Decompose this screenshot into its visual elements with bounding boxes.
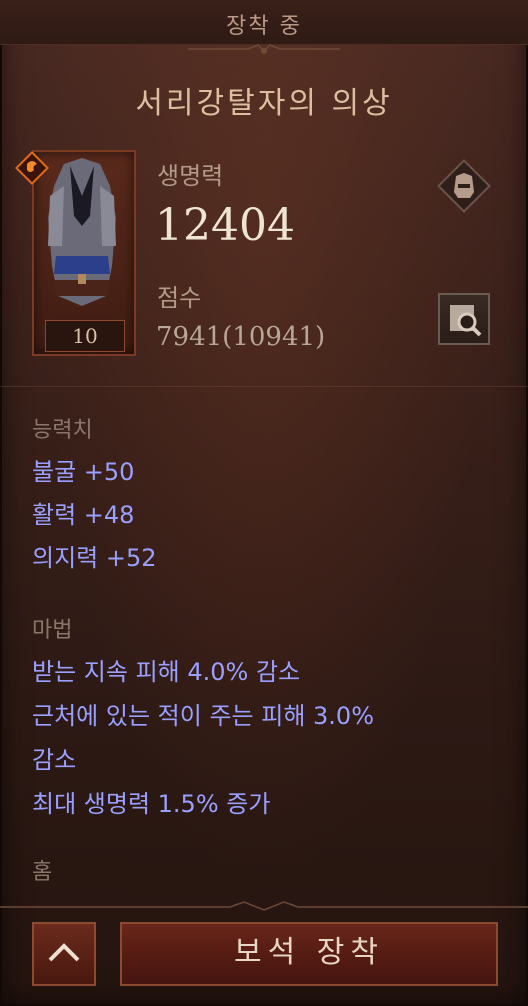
- section-divider: [0, 386, 528, 387]
- chevron-up-icon: [48, 943, 80, 962]
- sockets-title: 홈: [32, 860, 53, 885]
- inspect-button[interactable]: [438, 293, 490, 345]
- magic-line: 받는 지속 피해 4.0% 감소: [32, 658, 301, 686]
- chest-armor-icon: [437, 159, 491, 213]
- magic-line: 감소: [32, 746, 77, 774]
- attribute-line: 불굴 +50: [32, 458, 135, 486]
- item-tooltip-panel: 장착 중 서리강탈자의 의상 10 생명력 12404 점수 7941(1094…: [0, 0, 528, 1006]
- magic-line: 근처에 있는 적이 주는 피해 3.0%: [32, 702, 374, 730]
- bottom-divider: [0, 901, 528, 911]
- attributes-title: 능력치: [32, 418, 93, 443]
- ornament-divider: [188, 44, 340, 54]
- life-label: 생명력: [157, 162, 224, 190]
- socket-gem-button[interactable]: 보석 장착: [120, 922, 498, 986]
- magnifier-icon: [450, 305, 482, 337]
- attribute-line: 활력 +48: [32, 501, 135, 529]
- rare-emblem-icon: [15, 151, 49, 185]
- score-value: 7941(10941): [156, 322, 326, 352]
- magic-line: 최대 생명력 1.5% 증가: [32, 790, 271, 818]
- item-level-badge: 10: [45, 320, 125, 352]
- equipped-label: 장착 중: [226, 14, 302, 39]
- life-value: 12404: [155, 200, 295, 251]
- score-label: 점수: [157, 284, 202, 312]
- collapse-button[interactable]: [32, 922, 96, 986]
- attribute-line: 의지력 +52: [32, 544, 157, 572]
- item-name: 서리강탈자의 의상: [135, 86, 393, 121]
- magic-title: 마법: [32, 618, 73, 643]
